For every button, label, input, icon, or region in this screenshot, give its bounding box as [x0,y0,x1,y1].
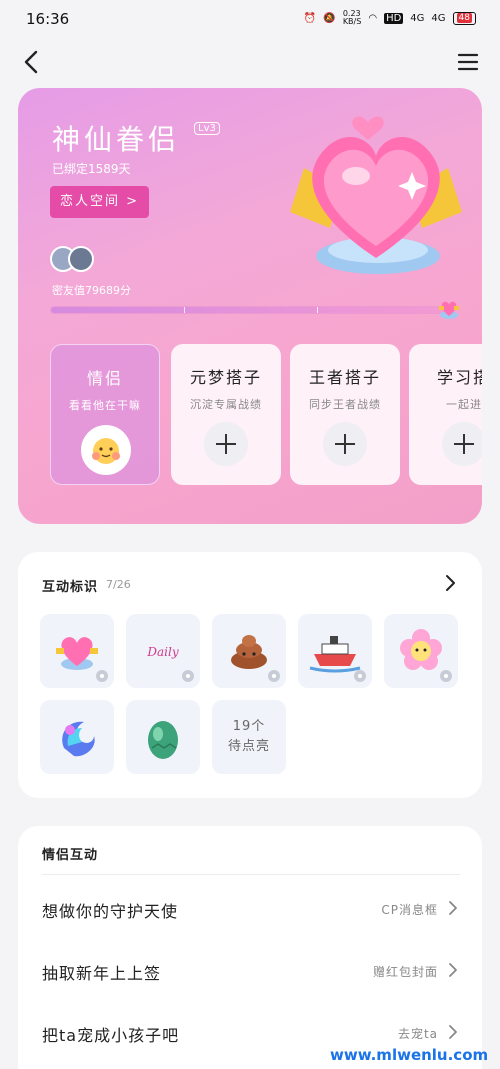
lover-space-button[interactable]: 恋人空间 > [50,186,150,218]
chevron-right-icon [449,963,457,977]
wifi-icon: ◠ [368,12,378,24]
avatar [68,246,94,272]
add-icon[interactable] [204,422,248,466]
chevron-right-icon [449,1025,457,1039]
net-speed: 0.23 KB/S [342,9,362,26]
row-action: CP消息框 [381,903,438,917]
intimacy-score: 密友值79689分 [52,284,131,297]
intimacy-progress-bar [50,306,448,314]
status-bar: 16:36 ⏰ 🔕 0.23 KB/S ◠ HD 4G 4G 48 [0,0,500,38]
row-label: 抽取新年上上签 [42,964,162,983]
add-icon[interactable] [323,422,367,466]
menu-icon[interactable] [456,50,480,74]
poop-badge-icon[interactable] [212,614,286,688]
relation-card-study[interactable]: 学习搭 一起进 [409,344,482,485]
heart-trophy-icon [290,116,462,274]
nav-bar [0,42,500,82]
couple-interaction-panel: 情侣互动 想做你的守护天使 CP消息框 抽取新年上上签 赠红包封面 把ta宠成小… [18,826,482,1069]
status-time: 16:36 [26,10,70,28]
relation-card-couple[interactable]: 情侣 看看他在干嘛 [50,344,160,485]
flower-badge-icon[interactable] [384,614,458,688]
relation-title: 情侣 [86,369,123,388]
divider [42,874,460,875]
relation-title: 王者搭子 [308,368,381,387]
egg-badge-icon[interactable] [126,700,200,774]
avatar-pair[interactable] [50,246,96,272]
add-icon[interactable] [442,422,482,466]
relation-subtitle: 一起进 [446,398,482,411]
badges-title: 互动标识 [42,580,99,595]
relation-subtitle: 看看他在干嘛 [69,399,141,412]
progress-divider [184,307,185,313]
mute-icon: 🔕 [323,12,336,24]
wave-badge-icon[interactable] [40,700,114,774]
back-icon[interactable] [20,48,44,76]
level-badge: Lv3 [194,122,220,135]
battery-icon: 48 [452,11,476,25]
row-label: 想做你的守护天使 [42,902,179,921]
lock-icon [440,670,452,682]
interaction-row-new-year-lot[interactable]: 抽取新年上上签 赠红包封面 [42,950,460,990]
heart-trophy-badge-icon[interactable] [40,614,114,688]
progress-divider [317,307,318,313]
alarm-icon: ⏰ [303,12,317,24]
chevron-right-icon[interactable] [444,574,456,592]
interaction-row-guardian-angel[interactable]: 想做你的守护天使 CP消息框 [42,888,460,928]
relationship-title: 神仙眷侣 [52,123,181,156]
relationship-hero-card: 神仙眷侣 Lv3 已绑定1589天 恋人空间 > 密友值79689分 情侣 看看… [18,88,482,524]
lock-icon [182,670,194,682]
relation-title: 学习搭 [436,368,482,387]
small-heart-badge-icon [439,301,459,319]
hd-badge: HD [384,12,404,24]
signal-icon-2: 4G [431,12,446,24]
lock-icon [268,670,280,682]
status-icons: ⏰ 🔕 0.23 KB/S ◠ HD 4G 4G 48 [304,10,476,26]
more-badges-tile[interactable]: 19个 待点亮 [212,700,286,774]
progress-fill [51,307,447,313]
row-action: 去宠ta [397,1027,438,1041]
lock-icon [354,670,366,682]
svg-text:Daily: Daily [146,645,178,659]
more-badges-count: 19个 [232,719,266,734]
couple-emoji-icon [81,425,131,475]
lock-icon [96,670,108,682]
row-label: 把ta宠成小孩子吧 [42,1026,180,1045]
signal-icon-1: 4G [410,12,425,24]
interaction-title: 情侣互动 [42,848,99,863]
gift-text-badge-icon[interactable]: Daily [126,614,200,688]
relation-subtitle: 同步王者战绩 [309,398,381,411]
bind-days: 已绑定1589天 [52,162,131,176]
relation-card-wangzhe[interactable]: 王者搭子 同步王者战绩 [290,344,400,485]
chevron-right-icon [449,901,457,915]
watermark: www.mlwenlu.com [330,1046,489,1064]
more-badges-label: 待点亮 [227,739,270,754]
relation-card-yuanmeng[interactable]: 元梦搭子 沉淀专属战绩 [171,344,281,485]
relation-title: 元梦搭子 [189,368,262,387]
row-action: 赠红包封面 [372,965,438,979]
interaction-badges-panel: 互动标识 7/26 Daily 19个 待点亮 [18,552,482,798]
ship-badge-icon[interactable] [298,614,372,688]
badges-count: 7/26 [106,578,131,591]
relation-subtitle: 沉淀专属战绩 [190,398,262,411]
